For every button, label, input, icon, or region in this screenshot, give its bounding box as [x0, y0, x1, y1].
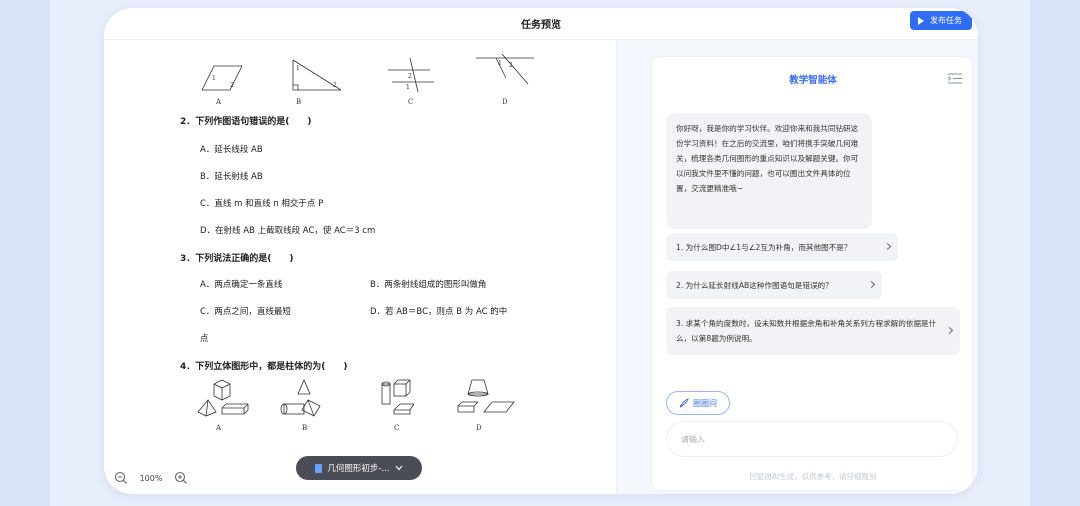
question-3-option-c: C．两点之间，直线最短	[200, 307, 291, 317]
ai-disclaimer: 回复由AI生成，仅供参考，请仔细甄别	[749, 472, 877, 481]
zoom-out-icon[interactable]	[114, 471, 128, 485]
top-bar: 任务预览 发布任务	[104, 8, 978, 40]
chevron-right-icon	[867, 280, 876, 289]
question-3-option-d: D．若 AB＝BC，则点 B 为 AC 的中	[370, 307, 508, 317]
question-3-option-d-cont: 点	[200, 334, 209, 344]
chevron-down-icon	[395, 465, 403, 471]
question-3-stem: 3．下列说法正确的是( )	[180, 254, 294, 264]
solid-label-c: C	[394, 424, 400, 432]
solid-label-d: D	[476, 424, 482, 432]
file-name: 几何图形初步-...	[327, 464, 390, 474]
svg-text:1: 1	[212, 75, 216, 82]
suggestion-3-text: 3. 求某个角的度数时，设未知数并根据余角和补角关系列方程求解的依据是什么，以第…	[676, 319, 937, 343]
publish-label: 发布任务	[930, 16, 962, 25]
file-icon	[315, 463, 323, 473]
question-2-option-d: D．在射线 AB 上截取线段 AC，使 AC＝3 cm	[200, 226, 376, 236]
zoom-control: 100%	[110, 466, 192, 490]
solid-figures	[197, 378, 515, 417]
svg-text:2: 2	[230, 82, 234, 89]
suggestion-3[interactable]: 3. 求某个角的度数时，设未知数并根据余角和补角关系列方程求解的依据是什么，以第…	[666, 307, 960, 355]
file-selector[interactable]: 几何图形初步-...	[296, 456, 422, 480]
figure-label-c: C	[408, 98, 414, 106]
figure-label-a: A	[216, 98, 222, 106]
svg-text:1: 1	[498, 60, 502, 67]
suggestion-2-text: 2. 为什么延长射线AB这种作图语句是错误的？	[676, 280, 833, 290]
question-3-option-a: A．两点确定一条直线	[200, 280, 283, 290]
question-4-stem: 4．下列立体图形中，都是柱体的为( )	[180, 362, 348, 372]
question-2-stem: 2．下列作图语句错误的是( )	[180, 117, 312, 127]
svg-text:1: 1	[406, 84, 410, 91]
figure-label-b: B	[296, 98, 302, 106]
angle-figures: 12 12 21 12	[201, 54, 534, 93]
assistant-title: 教学智能体	[789, 75, 837, 86]
svg-text:2: 2	[509, 62, 513, 69]
svg-text:2: 2	[333, 82, 337, 89]
solid-label-a: A	[216, 424, 222, 432]
question-2-option-a: A．延长线段 AB	[200, 145, 263, 155]
document-viewer[interactable]: 12 12 21 12 A B C D 2．下列作图语句错误的是( ) A．延长…	[104, 40, 616, 494]
figure-label-d: D	[502, 98, 508, 106]
circle-ask-label: 圈圈问	[693, 398, 717, 408]
question-2-option-c: C．直线 m 和直线 n 相交于点 P	[200, 199, 324, 209]
solid-label-b: B	[302, 424, 308, 432]
zoom-level: 100%	[139, 473, 163, 483]
svg-text:1: 1	[296, 65, 300, 72]
publish-button[interactable]: 发布任务	[910, 11, 972, 30]
chevron-right-icon	[883, 242, 892, 251]
send-icon	[918, 16, 924, 25]
chat-input[interactable]: 请输入	[666, 421, 958, 457]
assistant-card: 教学智能体 你好呀，我是你的学习伙伴。欢迎你来和我共同钻研这份学习资料！在之后的…	[651, 56, 973, 491]
zoom-in-icon[interactable]	[174, 471, 188, 485]
question-3-option-b: B．两条射线组成的图形叫做角	[370, 280, 487, 290]
svg-text:2: 2	[408, 73, 412, 80]
question-2-option-b: B．延长射线 AB	[200, 172, 263, 182]
circle-ask-button[interactable]: 圈圈问	[666, 391, 730, 415]
brush-icon	[679, 398, 689, 408]
assistant-greeting: 你好呀，我是你的学习伙伴。欢迎你来和我共同钻研这份学习资料！在之后的交流里，咱们…	[666, 113, 872, 229]
suggestion-1-text: 1. 为什么图D中∠1与∠2互为补角，而其他图不是？	[676, 242, 852, 252]
document-page: 12 12 21 12 A B C D 2．下列作图语句错误的是( ) A．延长…	[104, 40, 616, 494]
history-menu-icon[interactable]	[948, 73, 962, 84]
suggestion-2[interactable]: 2. 为什么延长射线AB这种作图语句是错误的？	[666, 271, 882, 299]
chevron-right-icon	[945, 326, 954, 335]
assistant-panel: 教学智能体 你好呀，我是你的学习伙伴。欢迎你来和我共同钻研这份学习资料！在之后的…	[617, 40, 978, 494]
page-title: 任务预览	[521, 20, 561, 31]
task-preview-window: 任务预览 发布任务 1 2 1 2 2 1 1 2 A B C D 2．下列作图…	[104, 8, 978, 494]
suggestion-1[interactable]: 1. 为什么图D中∠1与∠2互为补角，而其他图不是？	[666, 233, 898, 261]
